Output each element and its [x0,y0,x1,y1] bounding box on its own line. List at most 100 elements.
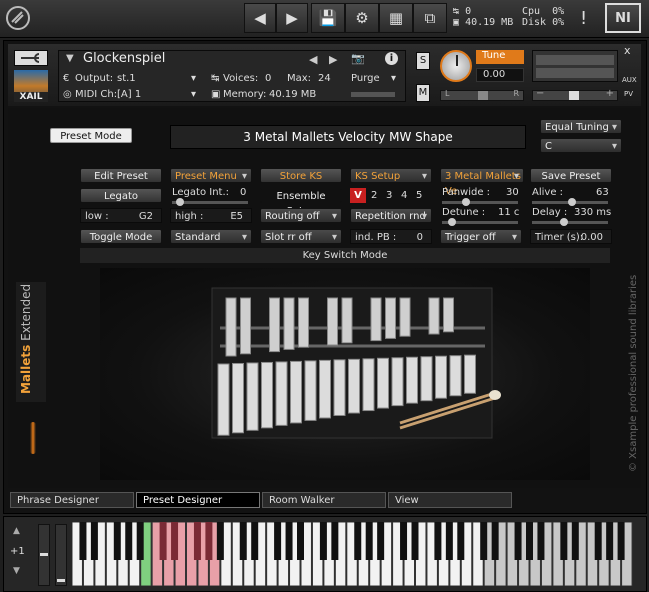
high-value[interactable]: E5 [230,209,243,224]
piano-key-black[interactable] [193,522,201,560]
next-instrument-icon[interactable]: ▶ [329,53,337,66]
piano-key-black[interactable] [251,522,259,560]
piano-key-black[interactable] [537,522,545,560]
save-preset-button[interactable]: Save Preset [530,168,612,183]
octave-down-icon[interactable]: ▼ [13,566,20,576]
piano-key-black[interactable] [239,522,247,560]
gear-icon[interactable]: ⚙ [345,3,379,33]
standard-dropdown[interactable]: Standard [170,229,252,245]
piano-key-black[interactable] [514,522,522,560]
mute-button[interactable]: M [416,84,430,102]
max-value[interactable]: 24 [318,71,331,86]
pv-button[interactable]: PV [624,90,633,98]
detune-slider[interactable] [442,218,518,226]
piano-key-black[interactable] [125,522,133,560]
volume-plus-icon[interactable]: + [606,88,614,99]
ind-pb-value[interactable]: 0 [417,230,423,245]
alive-slider[interactable] [532,198,608,206]
output-value[interactable]: st.1 [117,71,136,86]
piano-key-black[interactable] [457,522,465,560]
legato-int-handle[interactable] [176,198,184,206]
prev-instrument-icon[interactable]: ◀ [309,53,317,66]
piano-key-black[interactable] [571,522,579,560]
instrument-name[interactable]: Glockenspiel [83,51,165,66]
delay-slider[interactable] [532,218,608,226]
octave-up-icon[interactable]: ▲ [13,526,20,536]
tab-room-walker[interactable]: Room Walker [262,492,386,508]
tab-phrase-designer[interactable]: Phrase Designer [10,492,134,508]
info-icon[interactable]: i [385,52,398,65]
piano-key-black[interactable] [377,522,385,560]
piano-key-black[interactable] [274,522,282,560]
ind-pb-field[interactable]: ind. PB : 0 [350,229,432,244]
low-value[interactable]: G2 [139,209,153,224]
solo-button[interactable]: S [416,52,430,70]
slot-2-button[interactable]: 2 [371,188,377,203]
slot-3-button[interactable]: 3 [386,188,392,203]
piano-keyboard[interactable] [72,522,641,586]
ks-setup-dropdown[interactable]: KS Setup [350,168,432,184]
high-field[interactable]: high : E5 [170,208,252,223]
piano-key-black[interactable] [480,522,488,560]
aux-button[interactable]: AUX [622,76,637,84]
midi-dropdown-icon[interactable]: ▾ [191,87,196,102]
toggle-mode-button[interactable]: Toggle Mode [80,229,162,244]
piano-key-black[interactable] [297,522,304,560]
wrench-icon[interactable] [14,50,48,66]
key-dropdown[interactable]: C [540,138,622,154]
output-dropdown-icon[interactable]: ▾ [191,71,196,86]
piano-key-black[interactable] [434,522,442,560]
mod-wheel[interactable] [55,524,67,586]
piano-key-black[interactable] [205,522,213,560]
slot-5-button[interactable]: 5 [416,188,422,203]
routing-dropdown[interactable]: Routing off [260,208,342,224]
delay-handle[interactable] [560,218,568,226]
v-button[interactable]: V [350,188,366,203]
camera-icon[interactable]: 📷 [351,52,365,65]
trigger-dropdown[interactable]: Trigger off [440,229,522,245]
tab-view[interactable]: View [388,492,512,508]
window-icon[interactable]: ⧉ [413,3,447,33]
piano-key-black[interactable] [79,522,87,560]
layout-icon[interactable]: ▦ [379,3,413,33]
preset-select-dropdown[interactable]: 3 Metal Mallets Ve [440,168,524,197]
piano-key-black[interactable] [216,522,224,560]
piano-key-black[interactable] [285,522,293,560]
legato-button[interactable]: Legato [80,188,162,203]
tuning-dropdown[interactable]: Equal Tuning [540,119,622,135]
preset-mode-button[interactable]: Preset Mode [50,128,132,143]
piano-key-black[interactable] [331,522,339,560]
purge-dropdown-icon[interactable]: ▾ [391,71,396,86]
piano-key-black[interactable] [445,522,453,560]
prev-button[interactable]: ◀ [244,3,276,33]
store-ks-button[interactable]: Store KS [260,168,342,183]
pan-handle[interactable] [478,91,488,100]
preset-menu-dropdown[interactable]: Preset Menu [170,168,252,184]
piano-key-black[interactable] [411,522,419,560]
collapse-icon[interactable]: ▼ [66,53,74,64]
piano-key-black[interactable] [400,522,408,560]
pitch-wheel[interactable] [38,524,50,586]
repetition-dropdown[interactable]: Repetition rnd [350,208,432,224]
piano-key-black[interactable] [606,522,614,560]
next-button[interactable]: ▶ [276,3,308,33]
piano-key-black[interactable] [365,522,373,560]
tune-knob[interactable] [440,50,472,82]
piano-key-black[interactable] [617,522,625,560]
piano-key-black[interactable] [354,522,362,560]
save-icon[interactable]: 💾 [311,3,345,33]
piano-key-black[interactable] [560,522,568,560]
close-button[interactable]: x [624,44,631,57]
volume-handle[interactable] [569,91,579,100]
slot-4-button[interactable]: 4 [401,188,407,203]
warning-icon[interactable]: ! [580,8,587,29]
key-switch-mode-bar[interactable]: Key Switch Mode [80,248,610,263]
piano-key-black[interactable] [526,522,533,560]
volume-slider[interactable]: − + [532,88,618,101]
piano-key-black[interactable] [159,522,167,560]
tune-value[interactable]: 0.00 [476,68,524,82]
piano-key-black[interactable] [319,522,327,560]
piano-key-black[interactable] [90,522,98,560]
low-field[interactable]: low : G2 [80,208,162,223]
legato-int-slider[interactable] [172,198,248,206]
